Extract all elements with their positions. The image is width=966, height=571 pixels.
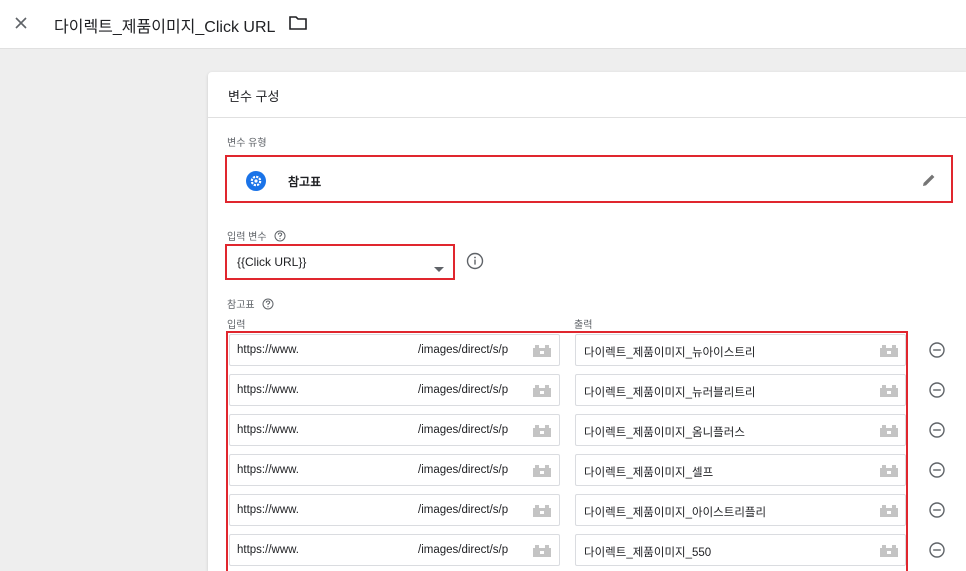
output-value: 다이렉트_제품이미지_뉴러블리트리 [584,387,756,399]
variable-type-label: 변수 유형 [227,138,267,149]
settings-icon [246,171,266,191]
input-value-suffix: /images/direct/s/p [418,424,509,436]
variable-name-title[interactable]: 다이렉트_제품이미지_Click URL [54,13,275,37]
card-header: 변수 구성 [208,72,966,118]
help-icon[interactable] [262,298,274,313]
output-column-header: 출력 [574,320,593,331]
help-icon[interactable] [274,230,286,245]
redacted-region [305,455,417,485]
input-column-header: 입력 [227,320,246,331]
input-variable-label-text: 입력 변수 [227,232,267,243]
input-variable-value: {{Click URL}} [237,255,307,269]
redacted-region [305,335,417,365]
input-value-suffix: /images/direct/s/p [418,544,509,556]
output-value: 다이렉트_제품이미지_뉴아이스트리 [584,347,756,359]
remove-row-icon[interactable] [929,422,945,438]
variable-type-selector[interactable] [225,155,953,203]
output-value: 다이렉트_제품이미지_550 [584,547,712,559]
input-value-suffix: /images/direct/s/p [418,504,509,516]
variable-picker-icon[interactable] [879,544,899,557]
output-value: 다이렉트_제품이미지_아이스트리플리 [584,507,767,519]
output-value: 다이렉트_제품이미지_옴니플러스 [584,427,745,439]
input-value-prefix: https://www. [237,424,299,436]
input-value-prefix: https://www. [237,504,299,516]
input-value-suffix: /images/direct/s/p [418,344,509,356]
variable-picker-icon[interactable] [532,424,552,437]
input-value-suffix: /images/direct/s/p [418,384,509,396]
pencil-icon[interactable] [920,171,938,189]
redacted-region [305,535,417,565]
variable-picker-icon[interactable] [532,504,552,517]
redacted-region [305,495,417,525]
output-value: 다이렉트_제품이미지_셀프 [584,467,714,479]
remove-row-icon[interactable] [929,342,945,358]
variable-picker-icon[interactable] [532,464,552,477]
variable-picker-icon[interactable] [532,544,552,557]
close-icon[interactable] [10,12,32,34]
variable-picker-icon[interactable] [879,424,899,437]
remove-row-icon[interactable] [929,502,945,518]
lookup-table-label-text: 참고표 [227,300,255,311]
top-bar: 다이렉트_제품이미지_Click URL [0,0,966,49]
redacted-region [305,415,417,445]
variable-picker-icon[interactable] [879,384,899,397]
remove-row-icon[interactable] [929,542,945,558]
chevron-down-icon [434,260,444,272]
variable-type-name: 참고표 [288,175,322,189]
variable-picker-icon[interactable] [879,504,899,517]
variable-picker-icon[interactable] [532,384,552,397]
variable-picker-icon[interactable] [532,344,552,357]
input-value-prefix: https://www. [237,384,299,396]
folder-icon[interactable] [288,14,308,32]
input-value-prefix: https://www. [237,544,299,556]
variable-picker-icon[interactable] [879,344,899,357]
input-value-prefix: https://www. [237,464,299,476]
info-icon[interactable] [466,252,484,270]
remove-row-icon[interactable] [929,382,945,398]
input-value-prefix: https://www. [237,344,299,356]
input-variable-label: 입력 변수 [227,228,286,245]
remove-row-icon[interactable] [929,462,945,478]
card-title: 변수 구성 [228,89,280,104]
lookup-table-label: 참고표 [227,296,274,313]
redacted-region [305,375,417,405]
variable-picker-icon[interactable] [879,464,899,477]
input-value-suffix: /images/direct/s/p [418,464,509,476]
